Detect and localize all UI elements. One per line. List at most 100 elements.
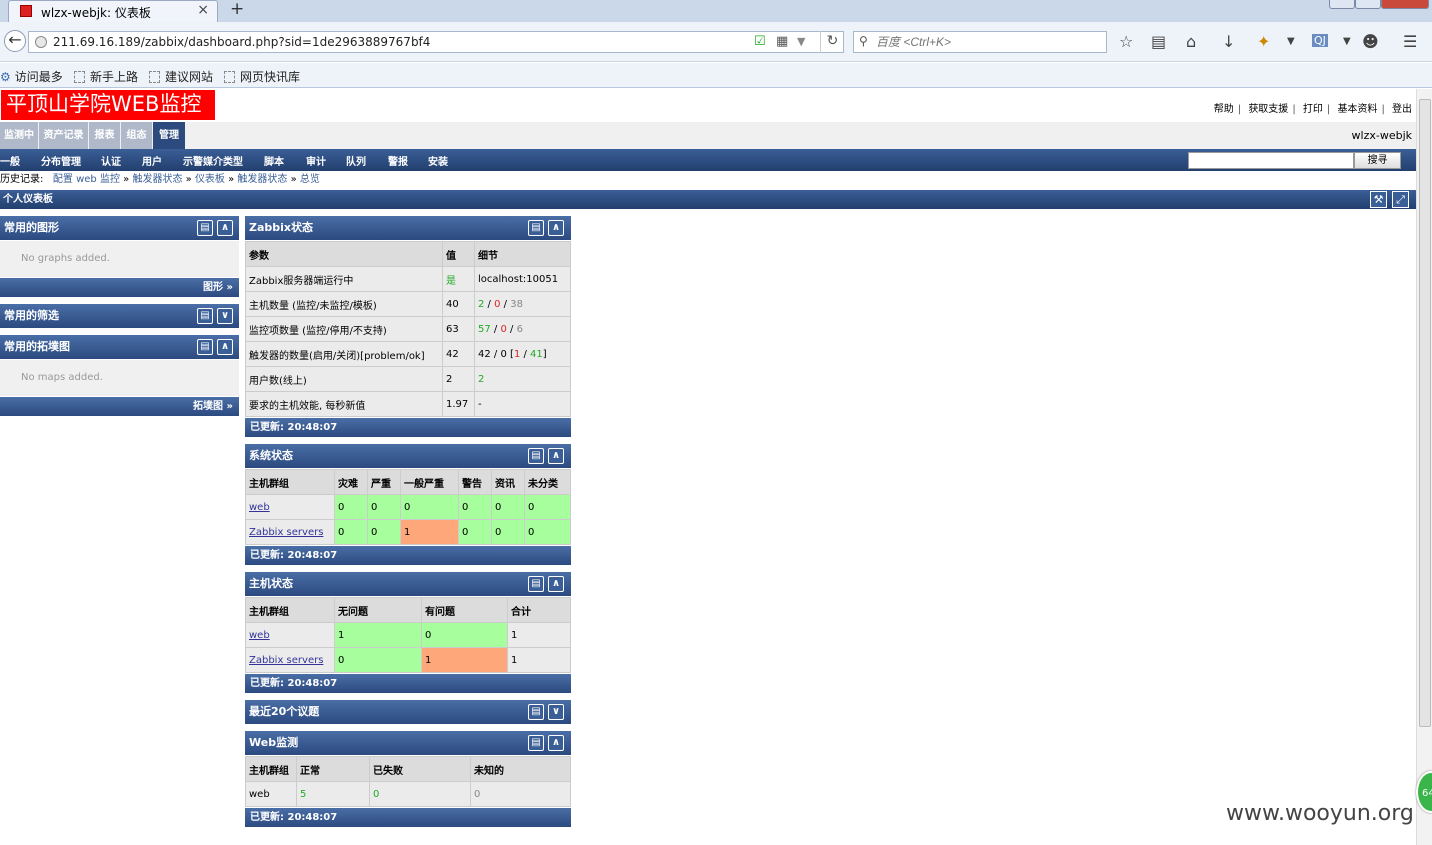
collapse-icon[interactable]: ∧: [548, 576, 564, 592]
hostgroup-link[interactable]: Zabbix servers: [245, 519, 335, 545]
expand-icon[interactable]: ∨: [548, 704, 564, 720]
bookmark-suggested-sites[interactable]: 建议网站: [149, 68, 213, 85]
browser-tab[interactable]: wlzx-webjk: 仪表板 ×: [8, 0, 218, 22]
hostgroup-link[interactable]: Zabbix servers: [245, 647, 335, 673]
graphs-link[interactable]: 图形 »: [0, 278, 239, 297]
back-arrow-icon[interactable]: ←: [4, 30, 26, 52]
scrollbar-thumb[interactable]: [1419, 99, 1431, 727]
minimize-window-button[interactable]: [1329, 0, 1355, 9]
hostgroup-link[interactable]: web: [245, 622, 335, 648]
disaster-count[interactable]: 0: [334, 519, 368, 545]
hostgroup-link[interactable]: web: [245, 494, 335, 520]
information-count[interactable]: 0: [491, 494, 525, 520]
submenu-authentication[interactable]: 认证: [101, 153, 121, 168]
submenu-dm[interactable]: 分布管理: [41, 153, 81, 168]
print-link[interactable]: 打印: [1303, 104, 1323, 115]
submenu-general[interactable]: 一般: [0, 153, 20, 168]
support-link[interactable]: 获取支援: [1248, 104, 1288, 115]
chevron-down-icon[interactable]: ▼: [797, 35, 805, 48]
expand-icon[interactable]: ∨: [217, 308, 233, 324]
home-icon[interactable]: ⌂: [1186, 32, 1196, 51]
submenu-media-types[interactable]: 示警媒介类型: [183, 153, 243, 168]
logo[interactable]: 平顶山学院WEB监控: [1, 90, 215, 120]
url-bar[interactable]: 211.69.16.189/zabbix/dashboard.php?sid=1…: [28, 31, 844, 53]
url-text[interactable]: 211.69.16.189/zabbix/dashboard.php?sid=1…: [53, 35, 430, 49]
high-count[interactable]: 0: [367, 519, 401, 545]
hamburger-menu-icon[interactable]: ☰: [1403, 32, 1417, 51]
average-count[interactable]: 0: [400, 494, 459, 520]
menu-administration[interactable]: 管理: [153, 122, 185, 149]
close-icon[interactable]: ×: [197, 2, 209, 18]
reading-list-icon[interactable]: ▤: [1151, 32, 1166, 51]
collapse-icon[interactable]: ∧: [548, 448, 564, 464]
bookmark-web-slice[interactable]: 网页快讯库: [224, 68, 300, 85]
close-window-button[interactable]: [1381, 0, 1429, 9]
widget-menu-icon[interactable]: ▤: [528, 735, 544, 751]
new-tab-plus-icon[interactable]: +: [230, 0, 244, 19]
breadcrumb-item[interactable]: 仪表板: [195, 174, 225, 185]
disaster-count[interactable]: 0: [334, 494, 368, 520]
submenu-audit[interactable]: 审计: [306, 153, 326, 168]
qj-addon-icon[interactable]: QJ: [1312, 34, 1328, 47]
logout-link[interactable]: 登出: [1392, 104, 1412, 115]
widget-menu-icon[interactable]: ▤: [528, 704, 544, 720]
qr-code-icon[interactable]: ▦: [776, 34, 788, 49]
site-info-icon[interactable]: [35, 36, 47, 48]
widget-menu-icon[interactable]: ▤: [528, 220, 544, 236]
widget-menu-icon[interactable]: ▤: [197, 308, 213, 324]
collapse-icon[interactable]: ∧: [548, 220, 564, 236]
browser-search-box[interactable]: ⚲: [853, 31, 1107, 53]
download-icon[interactable]: ↓: [1222, 32, 1235, 51]
bookmark-most-visited[interactable]: ⚙ 访问最多: [0, 68, 63, 85]
collapse-icon[interactable]: ∧: [217, 220, 233, 236]
high-count[interactable]: 0: [367, 494, 401, 520]
menu-inventory[interactable]: 资产记录: [39, 122, 88, 149]
collapse-icon[interactable]: ∧: [217, 339, 233, 355]
submenu-queue[interactable]: 队列: [346, 153, 366, 168]
widget-menu-icon[interactable]: ▤: [528, 576, 544, 592]
browser-search-input[interactable]: [876, 34, 1096, 50]
maps-link[interactable]: 拓墣图 »: [0, 397, 239, 416]
search-button[interactable]: 搜寻: [1354, 152, 1401, 169]
widget-menu-icon[interactable]: ▤: [197, 220, 213, 236]
collapse-icon[interactable]: ∧: [548, 735, 564, 751]
widget-menu-icon[interactable]: ▤: [197, 339, 213, 355]
maximize-window-button[interactable]: [1355, 0, 1381, 9]
breadcrumb-item[interactable]: 配置 web 监控: [53, 174, 120, 185]
not-classified-count[interactable]: 0: [524, 494, 571, 520]
fullscreen-icon[interactable]: ⤢: [1392, 191, 1409, 208]
breadcrumb-item[interactable]: 总览: [300, 174, 320, 185]
star-bookmark-icon[interactable]: ☆: [1119, 32, 1133, 51]
average-count[interactable]: 1: [400, 519, 459, 545]
submenu-alerts[interactable]: 警报: [388, 153, 408, 168]
shield-icon[interactable]: ☑: [754, 34, 766, 49]
warning-count[interactable]: 0: [458, 519, 492, 545]
menu-monitoring[interactable]: 监测中: [0, 122, 38, 149]
profile-link[interactable]: 基本资料: [1337, 104, 1377, 115]
addon-icon[interactable]: ✦: [1257, 32, 1270, 51]
widget-menu-icon[interactable]: ▤: [528, 448, 544, 464]
wrench-icon[interactable]: ⚒: [1370, 191, 1387, 208]
not-classified-count[interactable]: 0: [524, 519, 571, 545]
bookmark-getting-started[interactable]: 新手上路: [74, 68, 138, 85]
chat-icon[interactable]: ☻: [1362, 32, 1379, 51]
help-link[interactable]: 帮助: [1214, 104, 1234, 115]
breadcrumb-item[interactable]: 触发器状态: [237, 174, 287, 185]
warning-count[interactable]: 0: [458, 494, 492, 520]
menu-reports[interactable]: 报表: [89, 122, 120, 149]
submenu-installation[interactable]: 安装: [428, 153, 448, 168]
with-problems-count[interactable]: 1: [421, 647, 508, 673]
chevron-down-icon[interactable]: ▼: [1343, 36, 1351, 47]
reload-icon[interactable]: ↻: [820, 31, 844, 53]
table-header-row: 主机群组 灾难 严重 一般严重 警告 资讯 未分类: [245, 469, 571, 495]
submenu-scripts[interactable]: 脚本: [264, 153, 284, 168]
menu-configuration[interactable]: 组态: [121, 122, 152, 149]
breadcrumb-item[interactable]: 触发器状态: [132, 174, 182, 185]
information-count[interactable]: 0: [491, 519, 525, 545]
chevron-down-icon[interactable]: ▼: [1287, 36, 1295, 47]
search-input[interactable]: [1188, 152, 1354, 169]
with-problems-count[interactable]: 0: [421, 622, 508, 648]
column-header: 参数: [245, 241, 443, 267]
submenu-users[interactable]: 用户: [142, 153, 162, 168]
vertical-scrollbar[interactable]: [1416, 89, 1432, 845]
